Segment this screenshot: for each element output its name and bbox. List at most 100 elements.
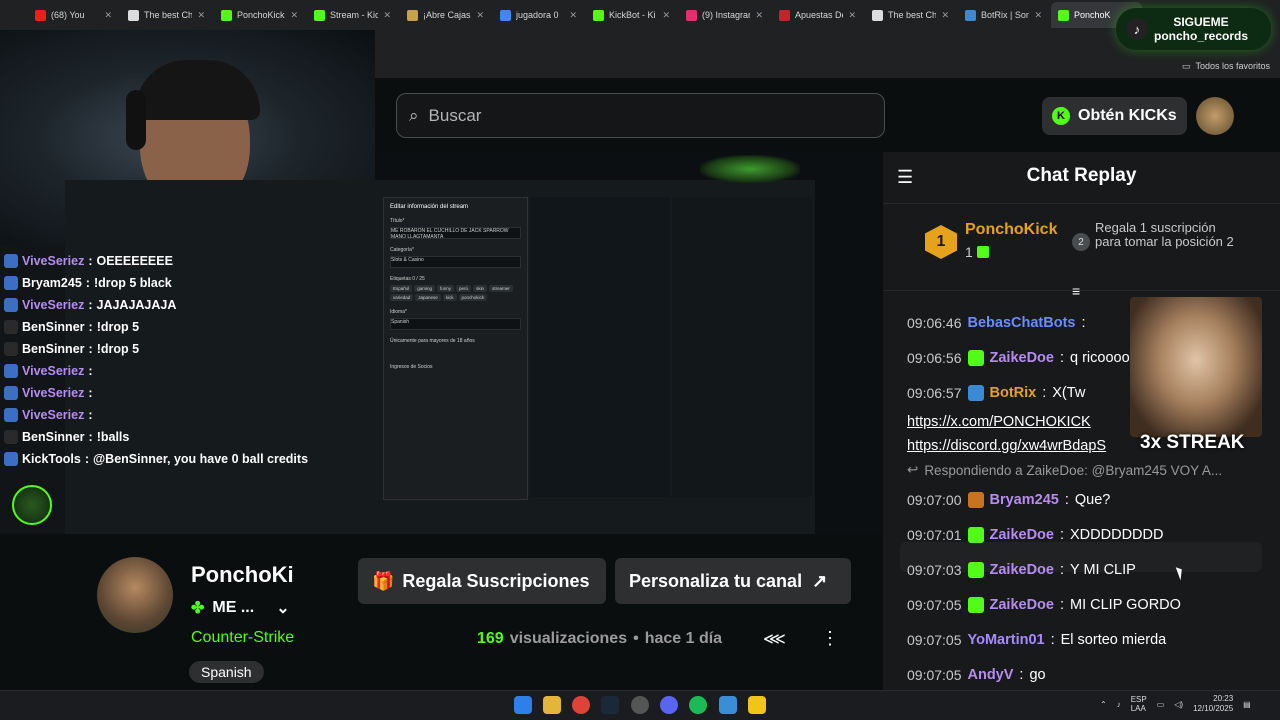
language-tag[interactable]: Spanish [189,661,264,683]
app-icon[interactable] [748,696,766,714]
close-tab-icon[interactable]: ✕ [290,10,298,21]
browser-tab[interactable]: PonchoKick ✕ [214,2,305,28]
network-icon[interactable]: ▭ [1157,700,1165,709]
spotify-icon[interactable] [689,696,707,714]
chat-username[interactable]: BebasChatBots [968,315,1076,331]
obs-icon[interactable] [631,696,649,714]
close-tab-icon[interactable]: ✕ [476,10,484,21]
time-ago: hace 1 día [644,630,723,647]
gift-subs-button[interactable]: 🎁 Regala Suscripciones [358,558,606,604]
modal-language-label: Idioma* [390,309,407,315]
windows-start-icon[interactable] [514,696,532,714]
colon: : [1059,349,1065,366]
close-tab-icon[interactable]: ✕ [1034,10,1042,21]
close-tab-icon[interactable]: ✕ [569,10,577,21]
modal-title: Editar información del stream [390,204,469,210]
overlay-chat-line: BenSinner: !balls [4,426,349,448]
overlay-chat-message: OEEEEEEEE [96,254,173,268]
tab-label: The best Ch [144,10,193,20]
modal-tags: Español gaming funny perú skin streamer varied… [390,285,521,301]
modal-tag: funny [437,285,455,292]
mic-icon[interactable]: ♪ [1117,700,1121,709]
chat-username[interactable]: AndyV [968,667,1014,683]
get-kicks-button[interactable]: K Obtén KICKs [1042,97,1187,135]
rank2-text: Regala 1 suscripción para tomar la posic… [1095,220,1234,249]
language-indicator[interactable]: ESP LAA [1131,695,1147,713]
chat-message[interactable]: 09:07:01 ZaikeDoe: XDDDDDDDD [907,517,1257,552]
overlay-chat-user: ViveSeriez [22,386,85,400]
search-input[interactable]: ⌕ Buscar [396,93,885,138]
chevron-down-icon[interactable]: ⌄ [276,598,289,618]
top-gifter-name[interactable]: PonchoKick [965,221,1057,239]
browser-tab[interactable]: (68) You ✕ [28,2,119,28]
sidebar-channel-avatar[interactable] [12,485,52,525]
stream-title[interactable]: ✤ ME ... ⌄ [191,598,290,618]
chat-message[interactable]: 09:07:05 YoMartin01: El sorteo mierda [907,622,1257,657]
colon: : [1059,561,1065,578]
channel-avatar[interactable] [97,557,173,633]
user-avatar[interactable] [1196,97,1234,135]
chat-username[interactable]: Bryam245 [990,492,1059,508]
modal-tags-count: 0 / 25 [412,276,425,282]
close-tab-icon[interactable]: ✕ [941,10,949,21]
notification-icon[interactable]: ▤ [1243,700,1251,709]
tab-favicon-icon [872,9,883,21]
browser-tab[interactable]: jugadora 0 ✕ [493,2,584,28]
badge-icon [4,254,18,268]
chat-username[interactable]: ZaikeDoe [990,527,1054,543]
tab-favicon-icon [500,9,511,21]
browser-tab[interactable]: The best Ch ✕ [865,2,956,28]
browser-tab[interactable]: (9) Instagran ✕ [679,2,770,28]
chevron-up-icon[interactable]: ⌃ [1100,700,1107,709]
chat-message[interactable]: 09:07:00 Bryam245: Que? [907,482,1257,517]
chevron-down-icon[interactable]: ≡ [1072,283,1080,299]
browser-tab[interactable]: KickBot - Ki ✕ [586,2,677,28]
chat-message[interactable]: 09:07:05 AndyV: go [907,657,1257,692]
browser-tab[interactable]: Apuestas De ✕ [772,2,863,28]
close-tab-icon[interactable]: ✕ [848,10,856,21]
overlay-chat-line: Bryam245: !drop 5 black [4,272,349,294]
badge-icon [4,386,18,400]
discord-icon[interactable] [660,696,678,714]
browser-tab[interactable]: BotRix | Son ✕ [958,2,1049,28]
badge-icon [4,320,18,334]
chat-username[interactable]: YoMartin01 [968,632,1045,648]
channel-name[interactable]: PonchoKi [191,562,294,588]
chat-username[interactable]: ZaikeDoe [990,562,1054,578]
promo-badge: ♪ SIGUEME poncho_records [1116,8,1271,50]
file-explorer-icon[interactable] [543,696,561,714]
customize-channel-button[interactable]: Personaliza tu canal ↗ [615,558,851,604]
browser-tab[interactable]: ¡Abre Cajas ✕ [400,2,491,28]
clock[interactable]: 20:23 12/10/2025 [1193,694,1233,714]
tab-label: PonchoK [1074,10,1111,20]
close-tab-icon[interactable]: ✕ [755,10,763,21]
share-icon[interactable]: ⋘ [763,629,786,649]
stream-category[interactable]: Counter-Strike [191,629,294,647]
close-tab-icon[interactable]: ✕ [104,10,112,21]
browser-tab[interactable]: The best Ch ✕ [121,2,212,28]
chat-timestamp: 09:07:05 [907,631,962,648]
chat-message[interactable]: 09:07:05 ZaikeDoe: MI CLIP GORDO [907,587,1257,622]
more-options-icon[interactable]: ⋮ [821,628,839,649]
badge-icon [4,276,18,290]
browser-tab[interactable]: Stream - Kick ✕ [307,2,398,28]
chat-username[interactable]: ZaikeDoe [990,350,1054,366]
system-tray: ⌃ ♪ ESP LAA ▭ ◁) 20:23 12/10/2025 ▤ [1100,694,1251,714]
chat-username[interactable]: ZaikeDoe [990,597,1054,613]
close-tab-icon[interactable]: ✕ [197,10,205,21]
streak-label: 3x STREAK [1140,432,1245,453]
volume-icon[interactable]: ◁) [1174,700,1183,709]
steam-icon[interactable] [601,696,619,714]
badge-icon [4,408,18,422]
badge-icon [4,298,18,312]
modal-field-title-value: ME ROBARON EL CUCHILLO DE JACK SPARROW M… [391,228,509,240]
chrome-icon[interactable] [572,696,590,714]
chat-username[interactable]: BotRix [990,385,1037,401]
notepad-icon[interactable] [719,696,737,714]
bookmarks-all[interactable]: Todos los favoritos [1195,61,1270,71]
chat-message[interactable]: 09:07:03 ZaikeDoe: Y MI CLIP [907,552,1257,587]
tab-favicon-icon [686,9,697,21]
modal-language-value: Spanish [391,319,410,325]
close-tab-icon[interactable]: ✕ [383,10,391,21]
close-tab-icon[interactable]: ✕ [662,10,670,21]
